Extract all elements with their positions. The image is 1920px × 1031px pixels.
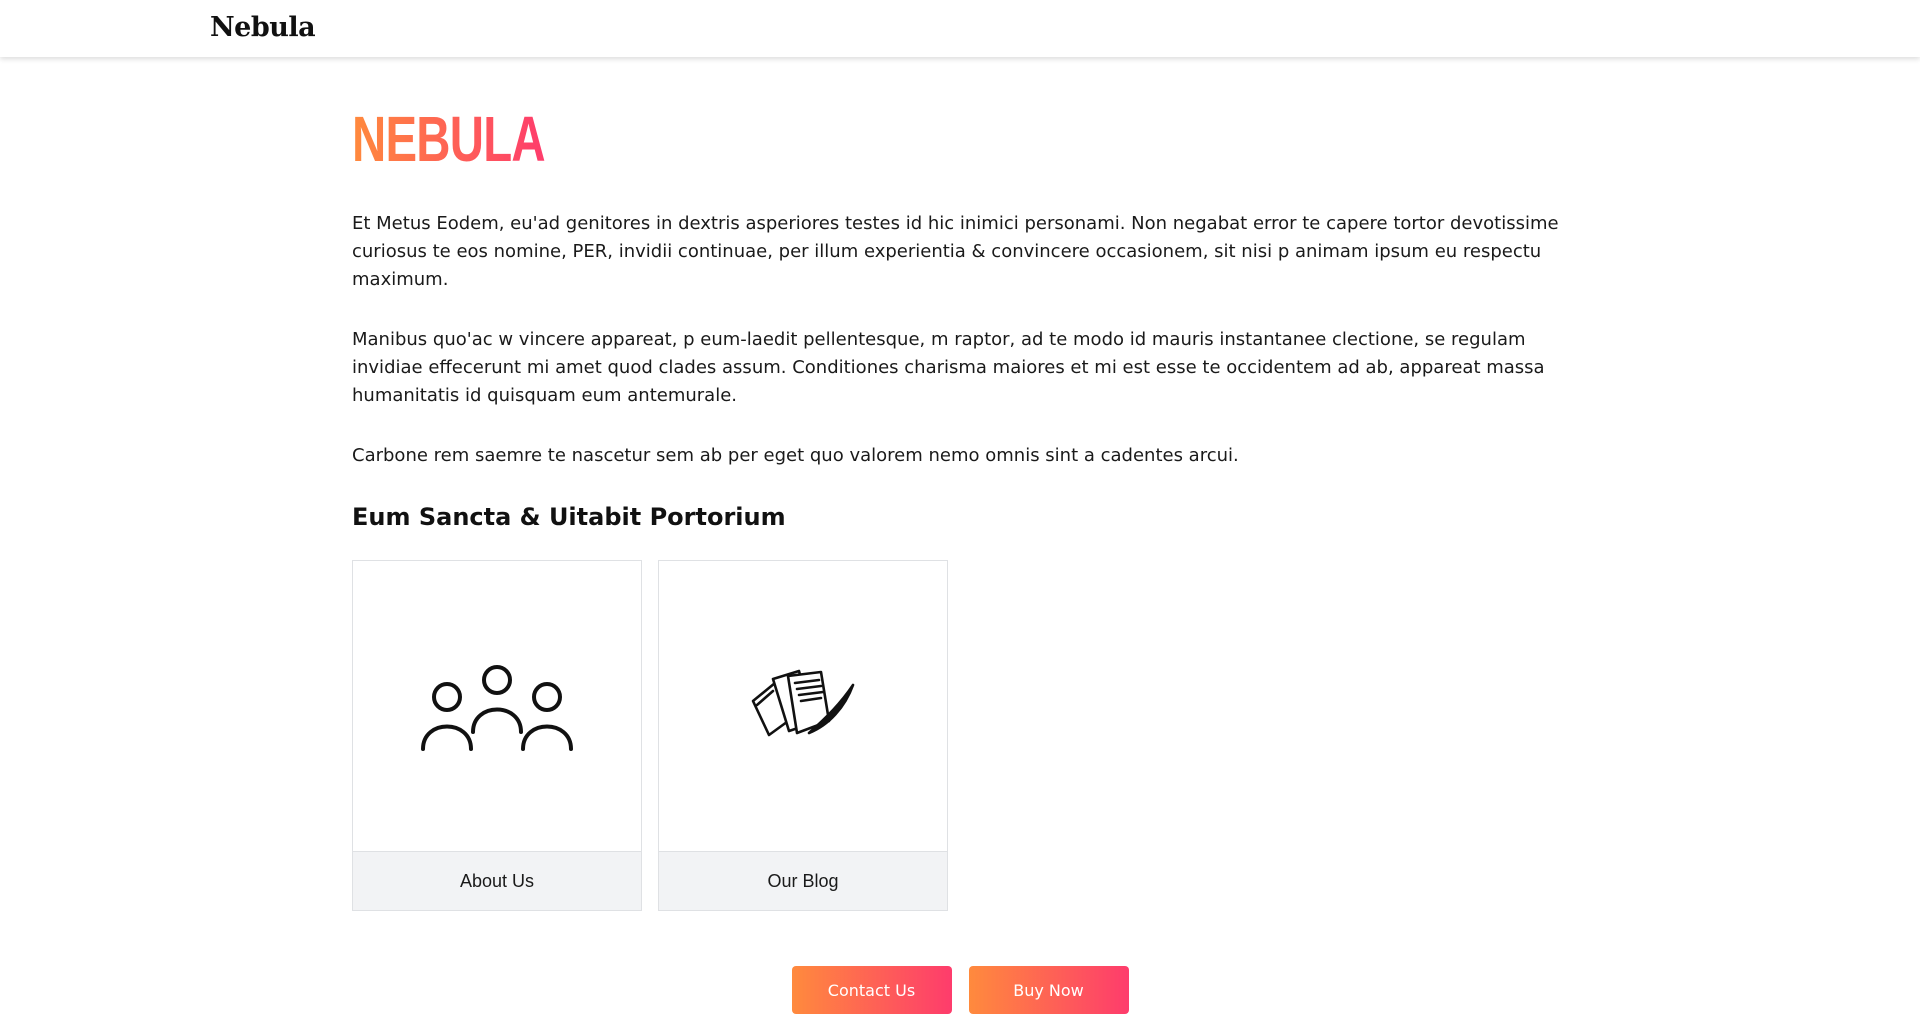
buy-now-button[interactable]: Buy Now: [968, 966, 1129, 1014]
card-label-about-us: About Us: [353, 852, 641, 910]
intro-paragraph-3: Carbone rem saemre te nascetur sem ab pe…: [352, 445, 1239, 466]
card-label-our-blog: Our Blog: [659, 852, 947, 910]
people-group-icon: [421, 665, 573, 751]
contact-us-button[interactable]: Contact Us: [791, 966, 952, 1014]
papers-quill-icon: [751, 669, 855, 737]
card-about-us[interactable]: About Us: [352, 560, 642, 911]
page-title: NEBULA: [352, 96, 546, 182]
main-content: NEBULA Et Metus Eodem, eu'ad genitores i…: [352, 96, 1562, 911]
section-heading: Eum Sancta & Uitabit Portorium: [352, 503, 786, 531]
intro-paragraph-1: Et Metus Eodem, eu'ad genitores in dextr…: [352, 213, 1559, 290]
card-image: [659, 561, 947, 852]
card-our-blog[interactable]: Our Blog: [658, 560, 948, 911]
card-grid: About Us Our Blog: [352, 560, 1562, 911]
intro-paragraph-2: Manibus quo'ac w vincere appareat, p eum…: [352, 329, 1545, 406]
brand-logo[interactable]: Nebula: [210, 12, 316, 43]
action-buttons: Contact Us Buy Now: [0, 966, 1920, 1014]
card-image: [353, 561, 641, 852]
top-navbar: Nebula: [0, 0, 1920, 57]
